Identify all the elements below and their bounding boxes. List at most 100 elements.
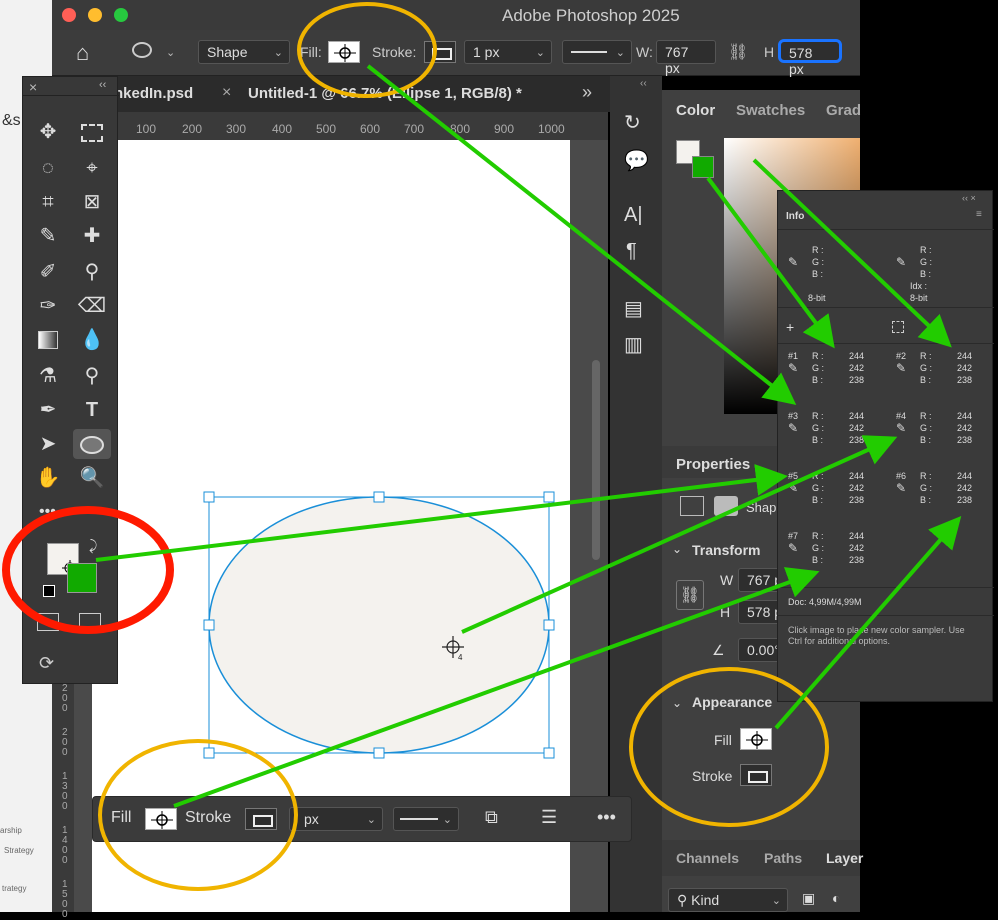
gradient-tool-icon[interactable] [33,325,63,355]
swap-colors-icon[interactable]: ⤸ [89,537,97,554]
appearance-section[interactable]: Appearance [692,694,772,710]
blur-tool-icon[interactable]: 💧 [77,325,107,355]
live-shape-icon[interactable] [680,496,704,516]
character-panel-icon[interactable]: A| [624,204,643,227]
chevron-down-icon: ⌄ [273,47,283,59]
new-layer-icon[interactable]: ⧉ [485,807,498,828]
collapse-icon[interactable]: ‹‹ [640,78,647,89]
menu-icon[interactable]: ≡ [976,209,982,220]
move-tool-icon[interactable]: ✥ [33,117,63,147]
properties-fill-swatch[interactable] [740,728,772,750]
quick-select-tool-icon[interactable]: ⌖ [77,153,107,183]
background-color-swatch[interactable] [67,563,97,593]
tab-properties[interactable]: Properties [676,456,750,473]
minimize-window-button[interactable] [88,8,102,22]
marquee-tool-icon[interactable] [77,117,107,147]
search-icon: ⚲ [677,892,692,908]
bit-depth: 8-bit [808,293,826,303]
link-icon[interactable]: ⛓ [728,42,748,62]
eyedropper-icon: ✎ [788,361,799,375]
tab-paths[interactable]: Paths [764,850,802,866]
tab-linkedin[interactable]: nkedIn.psd [114,85,193,102]
more-options-icon[interactable]: ••• [597,807,616,828]
context-stroke-swatch[interactable] [245,808,277,830]
stamp-tool-icon[interactable]: ⚲ [77,257,107,287]
width-input[interactable]: 767 px [656,40,716,76]
stroke-style-select[interactable]: ⌄ [562,40,632,64]
paragraph-panel-icon[interactable]: ¶ [626,240,637,263]
tab-layers[interactable]: Layer [826,850,863,866]
collapse-icon[interactable]: ‹‹ [99,79,106,91]
adjustment-filter-icon[interactable]: ◐ [832,890,840,906]
ruler-digit: 0 [62,855,68,866]
ellipse-tool-icon[interactable] [132,42,152,58]
blue-value: 238 [848,435,864,445]
more-tools-icon[interactable]: ••• [39,503,56,521]
screen-mode-icon[interactable] [79,613,101,631]
path-select-tool-icon[interactable]: ➤ [33,429,63,459]
panel-icon-column: ‹‹ ↻ 💬 A| ¶ ▤ ▥ [610,76,662,912]
type-tool-icon[interactable]: T [77,395,107,425]
zoom-lens-tool-icon[interactable]: ⚲ [77,361,107,391]
libraries-panel-icon[interactable]: ▤ [624,296,643,321]
transform-section[interactable]: Transform [692,542,760,558]
height-input[interactable]: 578 px [778,39,842,77]
crop-tool-icon[interactable]: ⌗ [33,187,63,217]
close-icon[interactable]: × [222,84,231,102]
history-panel-icon[interactable]: ↻ [624,110,641,135]
history-brush-tool-icon[interactable]: ✑ [33,291,63,321]
default-colors-icon[interactable] [43,585,55,597]
chevron-down-icon[interactable]: ⌄ [672,696,682,710]
stroke-width-select[interactable]: 1 px ⌄ [464,40,552,64]
tab-gradients[interactable]: Grad [826,102,861,119]
link-icon[interactable]: ⛓ [676,580,704,610]
quick-mask-icon[interactable] [37,613,59,631]
properties-stroke-swatch[interactable] [740,764,772,786]
hand-tool-icon[interactable]: ✋ [33,463,63,493]
crosshair-icon: + [786,319,795,335]
lasso-tool-icon[interactable]: ◌ [33,153,63,183]
more-tabs-icon[interactable]: » [582,82,592,103]
healing-brush-tool-icon[interactable]: ✚ [77,221,107,251]
context-stroke-width[interactable]: px ⌄ [289,807,383,831]
generative-fill-icon[interactable]: ⟳ [39,653,54,674]
zoom-tool-icon[interactable]: 🔍 [77,463,107,493]
close-window-button[interactable] [62,8,76,22]
shape-mode-select[interactable]: Shape ⌄ [198,40,290,64]
fill-swatch[interactable] [328,41,360,63]
eyedropper-tool-icon[interactable]: ✎ [33,221,63,251]
tab-untitled[interactable]: Untitled-1 @ 66.7% (Ellipse 1, RGB/8) * [248,85,522,102]
maximize-window-button[interactable] [114,8,128,22]
chevron-down-icon[interactable]: ⌄ [166,46,175,59]
blue-value: 238 [956,495,972,505]
context-stroke-style[interactable]: ⌄ [393,807,459,831]
blue-value: 238 [848,555,864,565]
tab-color[interactable]: Color [676,102,715,119]
layer-kind-filter[interactable]: ⚲ Kind ⌄ [668,888,788,912]
fill-label: Fill [111,809,132,826]
red-value: 244 [848,351,864,361]
frame-tool-icon[interactable]: ⊠ [77,187,107,217]
ellipse-tool-icon[interactable] [73,429,111,459]
home-icon[interactable]: ⌂ [76,40,89,66]
tab-swatches[interactable]: Swatches [736,102,805,119]
pen-tool-icon[interactable]: ✒ [33,395,63,425]
fill-label: Fill: [300,44,322,60]
chevron-down-icon[interactable]: ⌄ [672,542,682,556]
context-fill-swatch[interactable] [145,808,177,830]
adjust-icon[interactable]: ☰ [541,807,557,828]
color-panel-background-swatch[interactable] [692,156,714,178]
comments-panel-icon[interactable]: 💬 [624,148,649,173]
dodge-tool-icon[interactable]: ⚗ [33,361,63,391]
tab-channels[interactable]: Channels [676,850,739,866]
vertical-scrollbar[interactable] [592,360,600,560]
collapse-icon[interactable]: ‹‹ × [962,193,976,203]
info-title[interactable]: Info [786,211,804,222]
brush-tool-icon[interactable]: ✐ [33,257,63,287]
mask-icon[interactable] [714,496,738,516]
image-filter-icon[interactable]: ▣ [802,890,815,907]
notes-panel-icon[interactable]: ▥ [624,332,643,357]
stroke-swatch[interactable] [424,41,456,63]
close-icon[interactable]: × [29,79,37,95]
eraser-tool-icon[interactable]: ⌫ [77,291,107,321]
